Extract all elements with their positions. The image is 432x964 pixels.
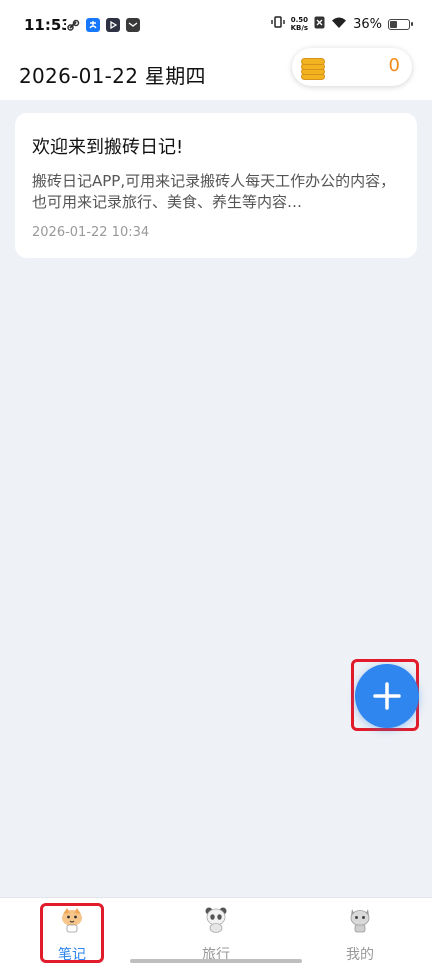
note-title: 欢迎来到搬砖日记! xyxy=(32,137,184,158)
wifi-icon xyxy=(331,16,347,33)
battery-percent: 36% xyxy=(353,16,382,32)
panda-icon xyxy=(202,905,230,933)
link-icon xyxy=(66,18,80,32)
coin-count: 0 xyxy=(388,55,400,76)
tab-mine[interactable]: 我的 xyxy=(320,898,400,964)
message-icon xyxy=(126,18,140,32)
note-content: 搬砖日记APP,可用来记录搬砖人每天工作办公的内容，也可用来记录旅行、美食、养生… xyxy=(32,172,396,211)
plus-icon xyxy=(373,682,401,710)
coin-icon xyxy=(300,54,326,80)
coin-balance-button[interactable]: 0 xyxy=(292,48,412,86)
net-speed: 0.50 KB/s xyxy=(291,16,308,32)
status-bar: 11:53 0.50 KB/s 36% xyxy=(0,0,432,52)
net-speed-value: 0.50 xyxy=(290,16,308,24)
battery-icon xyxy=(388,18,413,30)
nav-highlight-box xyxy=(40,903,104,963)
cat-icon xyxy=(346,905,374,933)
status-time: 11:53 xyxy=(24,16,72,34)
header: 2026-01-22 星期四 0 xyxy=(0,48,432,100)
sim-icon xyxy=(314,16,325,33)
tab-mine-label: 我的 xyxy=(346,947,374,963)
note-card[interactable]: 欢迎来到搬砖日记! 搬砖日记APP,可用来记录搬砖人每天工作办公的内容，也可用来… xyxy=(15,113,417,258)
add-note-button[interactable] xyxy=(355,664,419,728)
alipay-icon xyxy=(86,18,100,32)
status-right: 0.50 KB/s 36% xyxy=(270,15,413,33)
tab-travel[interactable]: 旅行 xyxy=(176,898,256,964)
net-speed-unit: KB/s xyxy=(290,24,309,32)
home-indicator[interactable] xyxy=(130,959,302,963)
vibrate-icon xyxy=(270,15,285,33)
notification-icons xyxy=(66,18,140,32)
play-icon xyxy=(106,18,120,32)
note-timestamp: 2026-01-22 10:34 xyxy=(32,225,150,240)
page-title-date: 2026-01-22 星期四 xyxy=(19,64,206,88)
